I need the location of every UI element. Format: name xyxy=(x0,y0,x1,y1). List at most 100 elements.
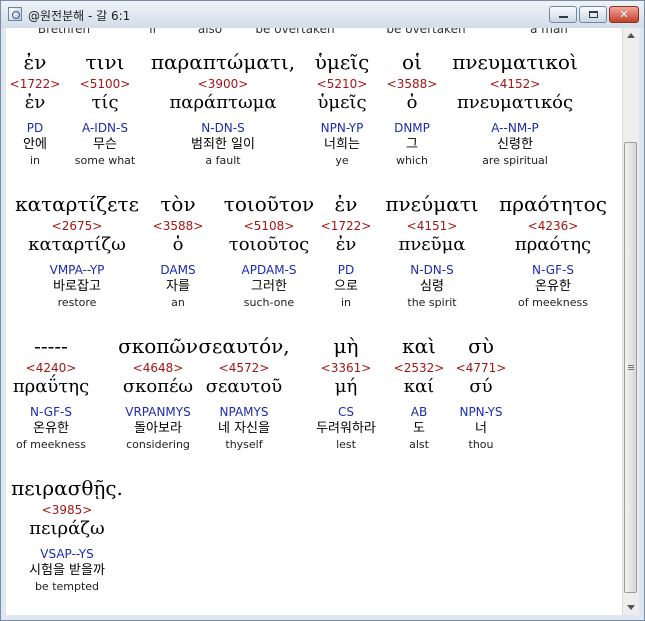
word-cell[interactable]: καταρτίζετε <2675> καταρτίζω VMPA--YP 바로잡고 re… xyxy=(15,192,139,310)
lexical-form: ὁ xyxy=(406,92,418,113)
parsing-code: VMPA--YP xyxy=(49,263,105,277)
greek-word: καὶ xyxy=(402,334,436,358)
strongs-number[interactable]: <3361> xyxy=(316,361,376,375)
greek-word: μὴ xyxy=(333,334,359,358)
minimize-button[interactable] xyxy=(549,6,577,23)
strongs-number[interactable]: <1722> xyxy=(321,219,372,233)
word-cell[interactable]: μὴ <3361> μή CS 두려워하라 lest xyxy=(316,334,376,452)
partial-english-gloss: if xyxy=(149,28,157,36)
strongs-number[interactable]: <5100> xyxy=(75,77,135,91)
word-cell[interactable]: πραότητος <4236> πραότης N-GF-S 온유한 of meekne… xyxy=(499,192,607,310)
english-gloss: considering xyxy=(126,438,190,451)
strongs-number[interactable]: <1722> xyxy=(10,77,61,91)
lexical-form: μή xyxy=(334,376,358,397)
word-cell[interactable]: ----- <4240> πραΰτης N-GF-S 온유한 of meekness xyxy=(13,334,89,452)
parsing-code: NPN-YP xyxy=(320,121,364,135)
parsing-code: VSAP--YS xyxy=(40,547,94,561)
korean-gloss: 네 자신을 xyxy=(218,421,270,436)
grip-line xyxy=(628,367,634,368)
strongs-number[interactable]: <4648> xyxy=(118,361,198,375)
korean-gloss: 돌아보라 xyxy=(134,421,182,436)
greek-word: πραότητος xyxy=(499,192,607,216)
strongs-number[interactable]: <5108> xyxy=(224,219,314,233)
grip-line xyxy=(628,365,634,366)
interlinear-content: Brethren if also be overtaken be overtaken a … xyxy=(6,28,622,615)
parsing-code: N-DN-S xyxy=(410,263,454,277)
word-cell[interactable]: ἐν <1722> ἐν PD 으로 in xyxy=(321,192,372,310)
parsing-code: DNMP xyxy=(394,121,430,135)
strongs-number[interactable]: <3588> xyxy=(387,77,438,91)
english-gloss: alst xyxy=(409,438,429,451)
english-gloss: a fault xyxy=(205,154,241,167)
english-gloss: in xyxy=(29,154,41,167)
word-cell[interactable]: παραπτώματι, <3900> παράπτωμα N-DN-S 범죄한 일이 a… xyxy=(151,50,295,168)
strongs-number[interactable]: <5210> xyxy=(315,77,370,91)
scroll-up-button[interactable] xyxy=(623,28,639,44)
english-gloss: of meekness xyxy=(16,438,86,451)
word-cell[interactable]: πειρασθῇς. <3985> πειράζω VSAP--YS 시험을 받을까 be… xyxy=(11,476,123,594)
close-button[interactable]: ✕ xyxy=(609,6,639,23)
greek-word: τὸν xyxy=(160,192,196,216)
word-cell[interactable]: σὺ <4771> σύ NPN-YS 너 thou xyxy=(456,334,507,452)
english-gloss: lest xyxy=(336,438,356,451)
strongs-number[interactable]: <3900> xyxy=(151,77,295,91)
word-cell[interactable]: ἐν <1722> ἐν PD 안에 in xyxy=(10,50,61,168)
word-cell[interactable]: καὶ <2532> καί AB 도 alst xyxy=(394,334,445,452)
parsing-code: APDAM-S xyxy=(241,263,297,277)
partial-english-gloss: Brethren xyxy=(37,28,91,36)
strongs-number[interactable]: <4236> xyxy=(499,219,607,233)
parsing-code: A--NM-P xyxy=(491,121,539,135)
parsing-code: VRPANMYS xyxy=(125,405,191,419)
lexical-form: παράπτωμα xyxy=(169,92,277,113)
partial-english-gloss: a man xyxy=(530,28,568,36)
maximize-icon xyxy=(589,11,598,18)
strongs-number[interactable]: <3985> xyxy=(11,503,123,517)
lexical-form: σκοπέω xyxy=(122,376,194,397)
english-gloss: some what xyxy=(74,154,136,167)
word-cell[interactable]: τοιοῦτον <5108> τοιοῦτος APDAM-S 그러한 such-one xyxy=(224,192,314,310)
strongs-number[interactable]: <4151> xyxy=(385,219,478,233)
korean-gloss: 심령 xyxy=(420,279,444,294)
strongs-number[interactable]: <4771> xyxy=(456,361,507,375)
korean-gloss: 안에 xyxy=(23,137,47,152)
strongs-number[interactable]: <2532> xyxy=(394,361,445,375)
scroll-thumb[interactable] xyxy=(624,142,637,593)
grip-line xyxy=(628,369,634,370)
title-bar[interactable]: @원전분해 - 갈 6:1 ✕ xyxy=(1,1,644,28)
strongs-number[interactable]: <2675> xyxy=(15,219,139,233)
korean-gloss: 자를 xyxy=(166,279,190,294)
word-cell[interactable]: σκοπῶν <4648> σκοπέω VRPANMYS 돌아보라 considerin… xyxy=(118,334,198,452)
korean-gloss: 두려워하라 xyxy=(316,421,376,436)
parsing-code: DAMS xyxy=(160,263,196,277)
strongs-number[interactable]: <4240> xyxy=(13,361,89,375)
greek-word: οἱ xyxy=(402,50,422,74)
lexical-form: ἐν xyxy=(24,92,46,113)
word-cell[interactable]: πνευματικοὶ <4152> πνευματικός A--NM-P 신령한 ar… xyxy=(452,50,578,168)
strongs-number[interactable]: <3588> xyxy=(153,219,204,233)
lexical-form: πραότης xyxy=(514,234,592,255)
word-cell[interactable]: ὑμεῖς <5210> ὑμεῖς NPN-YP 너희는 ye xyxy=(315,50,370,168)
korean-gloss: 도 xyxy=(413,421,425,436)
lexical-form: τίς xyxy=(91,92,119,113)
vertical-scrollbar[interactable] xyxy=(622,28,639,615)
greek-word: σεαυτόν, xyxy=(198,334,290,358)
greek-word: σὺ xyxy=(468,334,494,358)
word-cell[interactable]: οἱ <3588> ὁ DNMP 그 which xyxy=(387,50,438,168)
strongs-number[interactable]: <4152> xyxy=(452,77,578,91)
korean-gloss: 온유한 xyxy=(535,279,571,294)
strongs-number[interactable]: <4572> xyxy=(198,361,289,375)
app-icon[interactable] xyxy=(8,7,22,21)
english-gloss: an xyxy=(171,296,185,309)
lexical-form: τοιοῦτος xyxy=(228,234,310,255)
word-cell[interactable]: τινι <5100> τίς A-IDN-S 무슨 some what xyxy=(75,50,135,168)
english-gloss: of meekness xyxy=(518,296,588,309)
word-cell[interactable]: πνεύματι <4151> πνεῦμα N-DN-S 심령 the spirit xyxy=(385,192,478,310)
scroll-down-button[interactable] xyxy=(623,599,639,615)
word-cell[interactable]: σεαυτόν, <4572> σεαυτοῦ NPAMYS 네 자신을 thyself xyxy=(198,334,289,452)
maximize-button[interactable] xyxy=(579,6,607,23)
minimize-icon xyxy=(559,16,568,18)
korean-gloss: 그 xyxy=(406,137,418,152)
korean-gloss: 범죄한 일이 xyxy=(191,137,255,152)
word-cell[interactable]: τὸν <3588> ὁ DAMS 자를 an xyxy=(153,192,204,310)
partial-english-gloss: be overtaken xyxy=(255,28,335,36)
